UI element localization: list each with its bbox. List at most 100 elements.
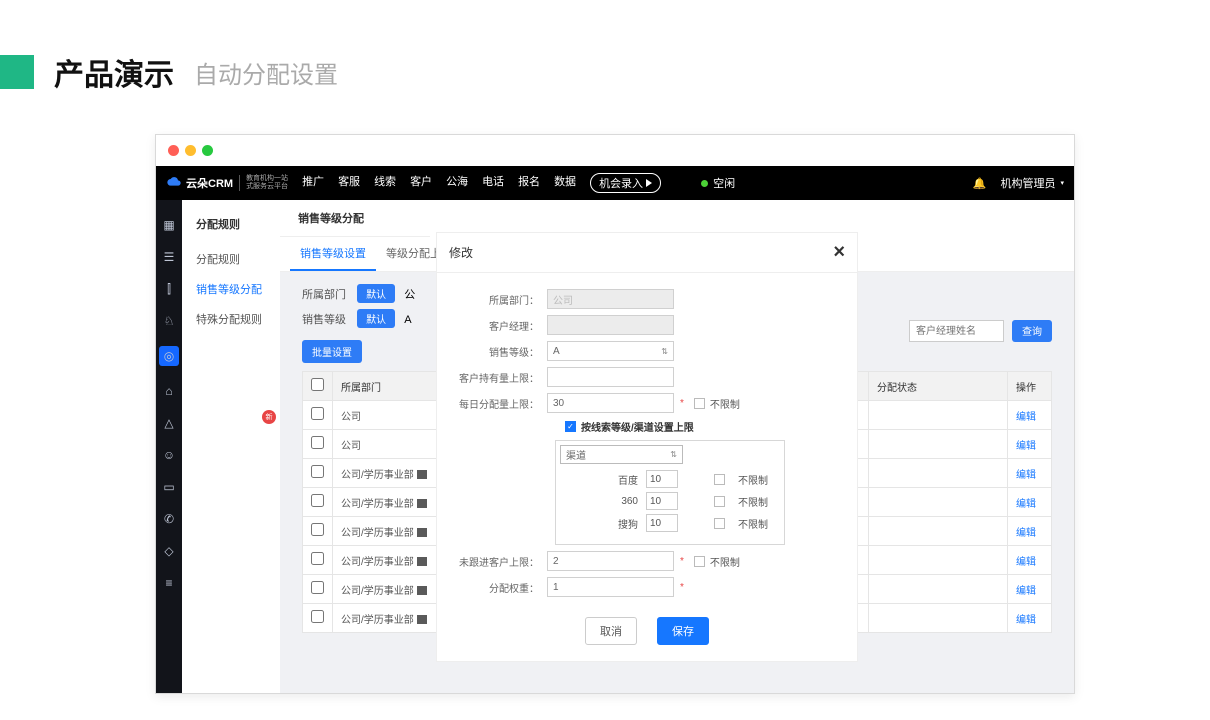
nav-service[interactable]: 客服 [338,173,360,193]
sidebar: 分配规则 分配规则 销售等级分配 特殊分配规则 新 [182,200,280,693]
edit-link[interactable]: 编辑 [1016,615,1036,626]
daily-unlimited-checkbox[interactable] [694,398,705,409]
cancel-button[interactable]: 取消 [585,617,637,645]
select-caret-icon: ⇅ [661,347,668,356]
edit-link[interactable]: 编辑 [1016,528,1036,539]
channel-unlimited-checkbox[interactable] [714,518,725,529]
filter-dept-chip[interactable]: 默认 [357,284,395,303]
edit-link[interactable]: 编辑 [1016,586,1036,597]
row-checkbox[interactable] [311,407,324,420]
status-text: 空闲 [713,175,735,191]
user-menu[interactable]: 机构管理员 ▾ [1000,175,1064,191]
search-input[interactable] [909,320,1004,342]
sidebar-item-special[interactable]: 特殊分配规则 [182,304,280,334]
triangle-icon[interactable]: △ [162,416,176,430]
nav-enroll[interactable]: 报名 [518,173,540,193]
edit-link[interactable]: 编辑 [1016,499,1036,510]
home-icon[interactable]: ⌂ [162,384,176,398]
shield-icon[interactable]: ☰ [162,250,176,264]
filter-level-chip[interactable]: 默认 [357,309,395,328]
select-all-checkbox[interactable] [311,378,324,391]
cell-blank [868,488,1007,517]
logo-text: 云朵CRM [186,175,233,191]
field-daily-input[interactable] [547,393,674,413]
channel-value-input[interactable] [646,492,678,510]
unfollow-unlimited-checkbox[interactable] [694,556,705,567]
logo: 云朵CRM 教育机构一站 式服务云平台 [166,175,288,191]
row-checkbox[interactable] [311,552,324,565]
edit-link[interactable]: 编辑 [1016,557,1036,568]
settings-icon[interactable]: ◎ [159,346,179,366]
nav-public[interactable]: 公海 [446,173,468,193]
row-checkbox[interactable] [311,465,324,478]
nav-customers[interactable]: 客户 [410,173,432,193]
row-checkbox[interactable] [311,581,324,594]
user-icon[interactable]: ♘ [162,314,176,328]
channel-box: 渠道 ⇅ 百度不限制360不限制搜狗不限制 [555,440,785,545]
search-button[interactable]: 查询 [1012,320,1052,342]
save-button[interactable]: 保存 [657,617,709,645]
batch-settings-button[interactable]: 批量设置 [302,340,362,363]
row-checkbox[interactable] [311,494,324,507]
dashboard-icon[interactable]: ▦ [162,218,176,232]
people-icon[interactable]: ☺ [162,448,176,462]
channel-select-value: 渠道 [566,447,586,462]
channel-enable-checkbox[interactable] [565,421,576,432]
required-star: * [680,398,684,409]
daily-unlimited-label: 不限制 [710,396,740,411]
header-title: 产品演示 [54,50,174,94]
field-weight-input[interactable] [547,577,674,597]
row-checkbox[interactable] [311,436,324,449]
channel-type-select[interactable]: 渠道 ⇅ [560,445,683,464]
nav-opportunity-entry[interactable]: 机会录入 [590,173,661,193]
cell-dept: 公司/学历事业部 [333,517,453,546]
channel-unlimited-label: 不限制 [738,516,768,531]
channel-value-input[interactable] [646,470,678,488]
edit-link[interactable]: 编辑 [1016,470,1036,481]
window-close-dot[interactable] [168,145,179,156]
nav-leads[interactable]: 线索 [374,173,396,193]
field-level-label: 销售等级： [455,344,547,359]
field-level-select[interactable]: A ⇅ [547,341,674,361]
nav-data[interactable]: 数据 [554,173,576,193]
tab-level-settings[interactable]: 销售等级设置 [290,237,376,271]
channel-row: 360不限制 [598,492,780,510]
cell-dept: 公司 [333,430,453,459]
tag-icon[interactable]: ◇ [162,544,176,558]
window-minimize-dot[interactable] [185,145,196,156]
nav-promote[interactable]: 推广 [302,173,324,193]
sidebar-item-sales-level[interactable]: 销售等级分配 [182,274,280,304]
cell-dept: 公司/学历事业部 [333,604,453,633]
field-dept-label: 所属部门： [455,292,547,307]
nav-pill-label: 机会录入 [599,178,643,190]
list-icon[interactable]: ≡ [162,576,176,590]
field-mgr-label: 客户经理： [455,318,547,333]
nav-phone[interactable]: 电话 [482,173,504,193]
channel-value-input[interactable] [646,514,678,532]
field-unfollow-input[interactable] [547,551,674,571]
window-zoom-dot[interactable] [202,145,213,156]
channel-unlimited-checkbox[interactable] [714,496,725,507]
doc-icon[interactable]: ▭ [162,480,176,494]
edit-link[interactable]: 编辑 [1016,412,1036,423]
sidebar-item-rules[interactable]: 分配规则 [182,244,280,274]
window-traffic-lights [156,135,1074,166]
col-checkbox[interactable] [303,372,333,401]
channel-unlimited-checkbox[interactable] [714,474,725,485]
filter-dept-label: 所属部门 [302,289,346,301]
cell-blank [868,401,1007,430]
search-area: 查询 [909,320,1052,342]
channel-name: 百度 [598,472,638,487]
cell-blank [868,575,1007,604]
modal-close-icon[interactable]: × [833,241,845,264]
cell-dept: 公司/学历事业部 [333,459,453,488]
chart-icon[interactable]: ⫿ [162,282,176,296]
field-hold-input[interactable] [547,367,674,387]
bell-icon[interactable]: 🔔 [973,177,987,190]
row-checkbox[interactable] [311,610,324,623]
field-level-value: A [553,346,560,357]
call-icon[interactable]: ✆ [162,512,176,526]
row-checkbox[interactable] [311,523,324,536]
sidebar-badge: 新 [262,410,276,424]
edit-link[interactable]: 编辑 [1016,441,1036,452]
